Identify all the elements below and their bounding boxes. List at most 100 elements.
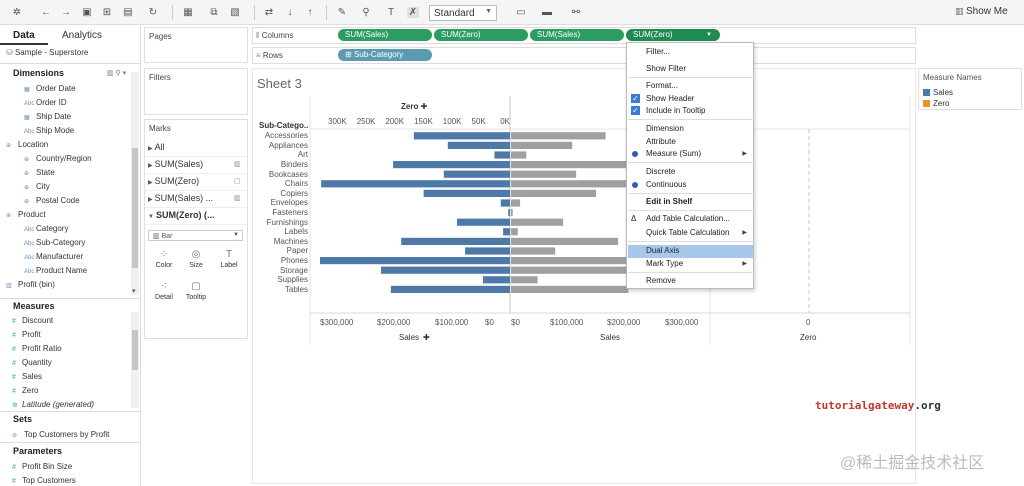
- top-tick-label: 200K: [385, 117, 405, 126]
- bar-left-labels[interactable]: [503, 228, 510, 236]
- row-label[interactable]: Labels: [258, 227, 308, 236]
- menu-item-measure-sum[interactable]: Measure (Sum): [646, 149, 701, 158]
- bottom-mid-tick-label: $200,000: [607, 318, 641, 327]
- bar-right-art[interactable]: [511, 151, 527, 159]
- menu-item-attribute[interactable]: Attribute: [646, 137, 676, 146]
- bar-right-appliances[interactable]: [511, 141, 573, 149]
- menu-item-filter[interactable]: Filter...: [646, 47, 670, 56]
- row-label[interactable]: Chairs: [258, 179, 308, 188]
- menu-item-edit-in-shelf[interactable]: Edit in Shelf: [646, 197, 692, 206]
- menu-separator: [628, 119, 754, 120]
- context-menu: Filter... Show Filter Format... Show Header…: [626, 42, 754, 289]
- menu-item-quick-table-calculation[interactable]: Quick Table Calculation: [646, 228, 729, 237]
- row-label[interactable]: Envelopes: [258, 198, 308, 207]
- bottom-mid-tick-label: $0: [511, 318, 520, 327]
- row-label[interactable]: Storage: [258, 266, 308, 275]
- bar-left-phones[interactable]: [320, 257, 510, 265]
- menu-item-add-table-calculation[interactable]: Add Table Calculation...: [646, 214, 730, 223]
- axis-title-1[interactable]: Sales: [600, 333, 620, 342]
- bar-right-accessories[interactable]: [511, 132, 606, 140]
- menu-item-dual-axis[interactable]: Dual Axis: [646, 246, 679, 255]
- checkmark-icon: ✓: [631, 94, 640, 103]
- bar-right-storage[interactable]: [511, 266, 638, 274]
- bar-left-supplies[interactable]: [482, 276, 510, 284]
- bar-left-chairs[interactable]: [321, 180, 510, 188]
- radio-selected-icon: [632, 182, 638, 188]
- menu-item-format[interactable]: Format...: [646, 81, 678, 90]
- menu-item-remove[interactable]: Remove: [646, 276, 676, 285]
- top-tick-label: 150K: [414, 117, 433, 126]
- axis-title-0[interactable]: Sales: [399, 333, 419, 342]
- menu-separator: [628, 210, 754, 211]
- menu-item-continuous[interactable]: Continuous: [646, 180, 686, 189]
- row-label[interactable]: Machines: [258, 237, 308, 246]
- row-label[interactable]: Supplies: [258, 275, 308, 284]
- bar-left-furnishings[interactable]: [457, 218, 510, 226]
- menu-item-dimension[interactable]: Dimension: [646, 124, 684, 133]
- bar-right-fasteners[interactable]: [511, 209, 513, 217]
- pin-icon: ✚: [423, 333, 430, 342]
- axis-title-2[interactable]: Zero: [800, 333, 816, 342]
- menu-item-include-in-tooltip[interactable]: Include in Tooltip: [646, 106, 705, 115]
- row-label[interactable]: Binders: [258, 160, 308, 169]
- row-label[interactable]: Copiers: [258, 189, 308, 198]
- menu-item-mark-type[interactable]: Mark Type: [646, 259, 683, 268]
- checkmark-icon: ✓: [631, 106, 640, 115]
- top-tick-label: 0K: [500, 117, 510, 126]
- legend-swatch-zero[interactable]: [923, 100, 930, 107]
- bar-left-binders[interactable]: [393, 161, 510, 169]
- bar-left-tables[interactable]: [390, 285, 510, 293]
- bottom-left-tick-label: $200,000: [377, 318, 411, 327]
- bar-left-paper[interactable]: [465, 247, 510, 255]
- menu-item-discrete[interactable]: Discrete: [646, 167, 675, 176]
- bar-left-storage[interactable]: [381, 266, 510, 274]
- row-label[interactable]: Art: [258, 150, 308, 159]
- bar-left-machines[interactable]: [401, 237, 510, 245]
- menu-item-show-filter[interactable]: Show Filter: [646, 64, 686, 73]
- legend-label-sales[interactable]: Sales: [933, 88, 953, 97]
- bottom-left-tick-label: $0: [485, 318, 494, 327]
- row-label[interactable]: Furnishings: [258, 218, 308, 227]
- submenu-arrow-icon: ▶: [742, 261, 747, 267]
- row-label[interactable]: Tables: [258, 285, 308, 294]
- bar-right-labels[interactable]: [511, 228, 518, 236]
- radio-selected-icon: [632, 151, 638, 157]
- row-label[interactable]: Paper: [258, 246, 308, 255]
- top-tick-label: 50K: [471, 117, 486, 126]
- row-label[interactable]: Bookcases: [258, 170, 308, 179]
- bar-left-accessories[interactable]: [413, 132, 510, 140]
- bar-right-furnishings[interactable]: [511, 218, 564, 226]
- bar-right-copiers[interactable]: [511, 189, 596, 197]
- brand-text: tutorialgateway.org: [815, 399, 941, 412]
- bar-right-envelopes[interactable]: [511, 199, 521, 207]
- legend-swatch-sales[interactable]: [923, 89, 930, 96]
- submenu-arrow-icon: ▶: [742, 151, 747, 157]
- menu-separator: [628, 162, 754, 163]
- bar-left-art[interactable]: [494, 151, 510, 159]
- triangle-icon: Δ: [631, 214, 637, 223]
- menu-separator: [628, 193, 754, 194]
- bar-right-paper[interactable]: [511, 247, 556, 255]
- row-label[interactable]: Accessories: [258, 131, 308, 140]
- row-label[interactable]: Fasteners: [258, 208, 308, 217]
- bottom-mid-tick-label: $100,000: [550, 318, 584, 327]
- legend-card: Measure Names Sales Zero: [918, 68, 1022, 110]
- bottom-left-tick-label: $300,000: [320, 318, 354, 327]
- bar-right-tables[interactable]: [511, 285, 629, 293]
- top-tick-label: 300K: [328, 117, 347, 126]
- menu-separator: [628, 241, 754, 242]
- bar-left-envelopes[interactable]: [500, 199, 510, 207]
- bar-right-binders[interactable]: [511, 161, 627, 169]
- row-label[interactable]: Phones: [258, 256, 308, 265]
- bar-left-fasteners[interactable]: [508, 209, 510, 217]
- chart-svg: [309, 96, 911, 345]
- bar-left-bookcases[interactable]: [443, 170, 510, 178]
- bar-left-appliances[interactable]: [447, 141, 510, 149]
- bar-right-machines[interactable]: [511, 237, 619, 245]
- row-label[interactable]: Appliances: [258, 141, 308, 150]
- legend-label-zero[interactable]: Zero: [933, 99, 949, 108]
- bar-right-bookcases[interactable]: [511, 170, 577, 178]
- menu-item-show-header[interactable]: Show Header: [646, 94, 694, 103]
- bar-right-supplies[interactable]: [511, 276, 538, 284]
- bar-left-copiers[interactable]: [423, 189, 510, 197]
